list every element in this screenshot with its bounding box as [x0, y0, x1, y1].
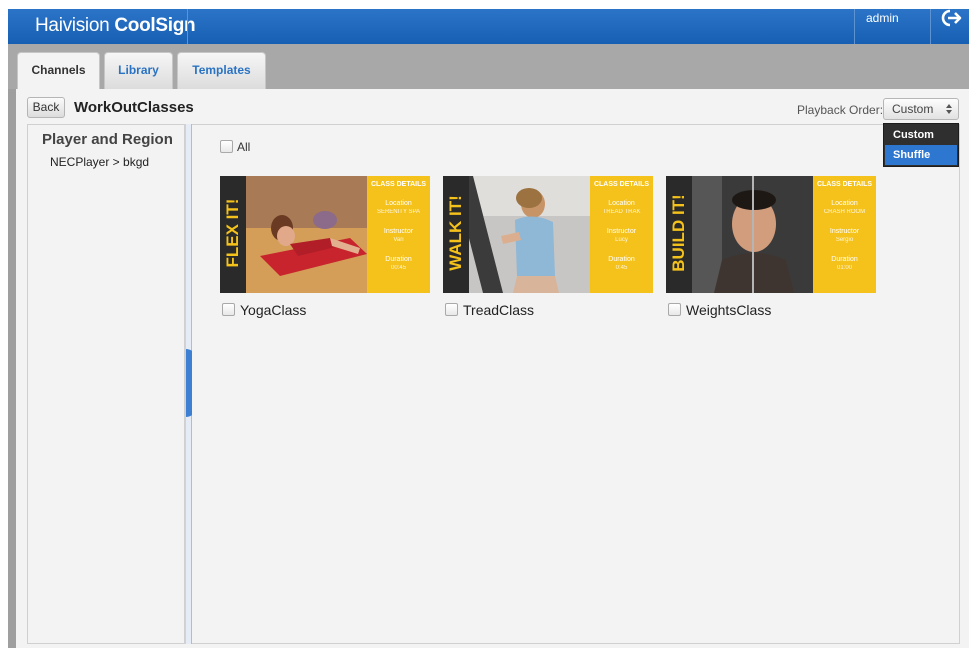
banner-strip: FLEX IT! [220, 176, 246, 293]
back-button[interactable]: Back [27, 97, 65, 118]
playback-order-label: Playback Order: [797, 103, 884, 117]
tab-channels[interactable]: Channels [17, 52, 100, 90]
media-thumbnail-weights[interactable]: BUILD IT! CLASS DETAILS Location CRASH R… [666, 176, 876, 293]
sidebar-title: Player and Region [42, 131, 173, 148]
item-label-weights[interactable]: WeightsClass [686, 302, 771, 318]
select-all-checkbox[interactable] [220, 140, 233, 153]
item-checkbox-tread[interactable] [445, 303, 458, 316]
tab-templates[interactable]: Templates [177, 52, 266, 89]
playback-order-value: Custom [892, 102, 934, 116]
banner-strip: BUILD IT! [666, 176, 692, 293]
media-thumbnail-yoga[interactable]: FLEX IT! CLASS DETAILS Location SERENITY… [220, 176, 430, 293]
menu-option-shuffle[interactable]: Shuffle [885, 145, 957, 165]
select-arrows-icon [946, 104, 952, 114]
playback-order-select[interactable]: Custom [883, 98, 959, 120]
select-all-label: All [237, 140, 251, 154]
top-bar: Haivision CoolSign [8, 9, 969, 44]
item-label-yoga[interactable]: YogaClass [240, 302, 306, 318]
topbar-divider [930, 9, 931, 44]
class-details-panel: CLASS DETAILS Location TREAD TRAK Instru… [590, 176, 653, 293]
brand-logo: Haivision CoolSign [35, 15, 196, 36]
tab-library[interactable]: Library [104, 52, 173, 89]
item-checkbox-yoga[interactable] [222, 303, 235, 316]
playback-order-menu: Custom Shuffle [883, 123, 959, 167]
media-thumbnail-tread[interactable]: WALK IT! CLASS DETAILS Location TREAD TR… [443, 176, 653, 293]
channel-title: WorkOutClasses [74, 99, 194, 116]
player-region-sidebar: Player and Region NECPlayer > bkgd [27, 124, 185, 644]
item-label-tread[interactable]: TreadClass [463, 302, 534, 318]
topbar-divider [854, 9, 855, 44]
topbar-divider [187, 9, 188, 44]
user-name[interactable]: admin [866, 11, 899, 25]
class-details-panel: CLASS DETAILS Location SERENITY SPA Inst… [367, 176, 430, 293]
class-details-panel: CLASS DETAILS Location CRASH ROOM Instru… [813, 176, 876, 293]
item-checkbox-weights[interactable] [668, 303, 681, 316]
logout-icon[interactable] [940, 9, 962, 27]
sidebar-item-player[interactable]: NECPlayer > bkgd [50, 155, 149, 169]
banner-strip: WALK IT! [443, 176, 469, 293]
menu-option-custom[interactable]: Custom [885, 125, 957, 145]
